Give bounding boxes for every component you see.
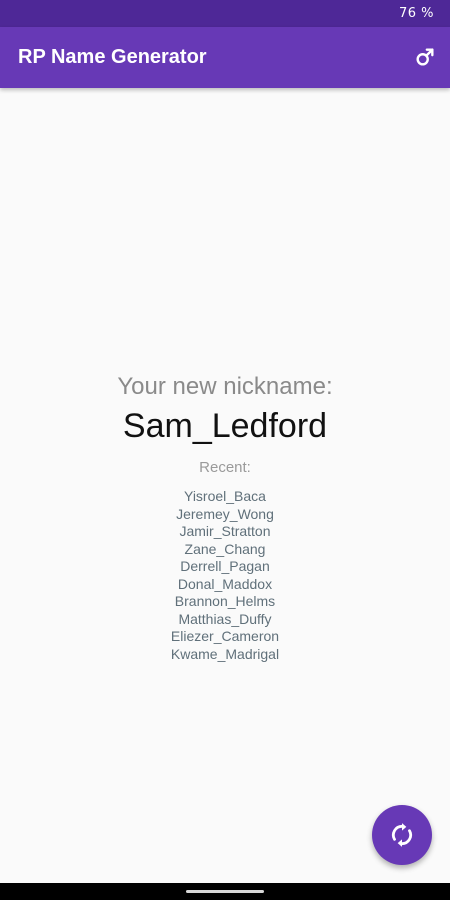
recent-item: Yisroel_Baca xyxy=(184,488,266,504)
recent-item: Kwame_Madrigal xyxy=(170,645,280,662)
home-indicator[interactable] xyxy=(186,890,264,893)
app-bar: RP Name Generator xyxy=(0,27,450,88)
generated-nickname: Sam_Ledford xyxy=(122,407,328,445)
app-title: RP Name Generator xyxy=(18,46,207,68)
system-nav-bar xyxy=(0,883,450,900)
male-symbol-icon xyxy=(416,48,434,66)
recent-item: Donal_Maddox xyxy=(177,575,273,592)
recent-label: Recent: xyxy=(199,459,251,476)
recent-item: Brannon_Helms xyxy=(174,593,276,609)
gender-toggle-button[interactable] xyxy=(412,44,438,70)
recent-item: Derrell_Pagan xyxy=(180,558,270,574)
recent-item: Jeremey_Wong xyxy=(176,505,274,522)
nickname-panel: Your new nickname: Sam_Ledford Recent: Y… xyxy=(0,372,450,663)
refresh-icon xyxy=(391,823,413,847)
recent-list: Yisroel_Baca Jeremey_Wong Jamir_Stratton… xyxy=(0,488,450,663)
status-bar: 76 % xyxy=(0,0,450,27)
app-screen: 76 % RP Name Generator Your new nickname… xyxy=(0,0,450,900)
generate-button[interactable] xyxy=(372,805,432,865)
nickname-label: Your new nickname: xyxy=(117,373,333,400)
recent-item: Matthias_Duffy xyxy=(178,610,272,627)
recent-item: Eliezer_Cameron xyxy=(170,628,280,644)
recent-item: Zane_Chang xyxy=(184,540,266,557)
battery-level: 76 % xyxy=(398,6,434,21)
recent-item: Jamir_Stratton xyxy=(179,523,271,539)
